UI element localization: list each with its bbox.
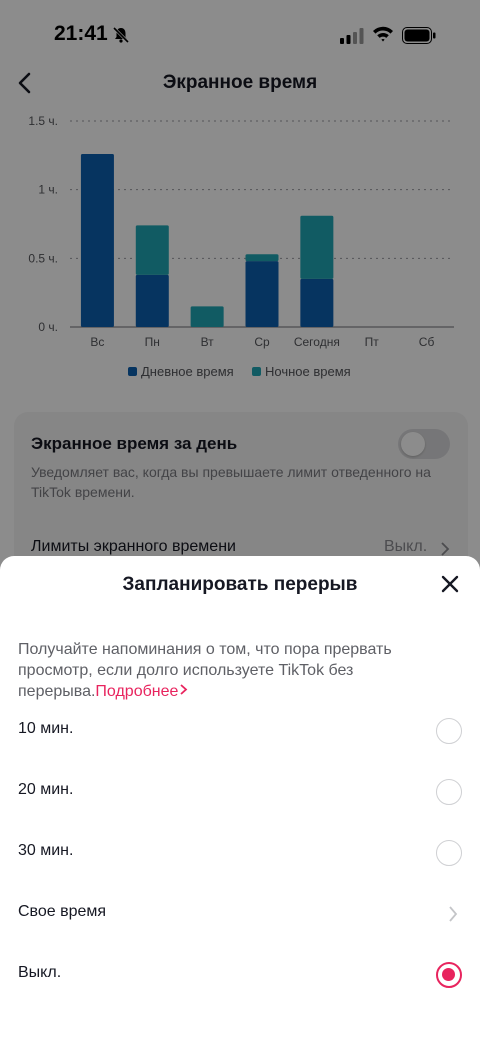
sheet-description: Получайте напоминания о том, что пора пр… <box>18 639 458 702</box>
option-label: 10 мин. <box>18 720 74 737</box>
radio-30-min[interactable] <box>436 840 462 866</box>
option-10-min[interactable]: 10 мин. <box>0 708 480 754</box>
schedule-break-sheet: Запланировать перерыв Получайте напомина… <box>0 556 480 1043</box>
sheet-title: Запланировать перерыв <box>122 574 358 595</box>
radio-10-min[interactable] <box>436 718 462 744</box>
learn-more-label: Подробнее <box>95 683 179 700</box>
option-label: 30 мин. <box>18 842 74 859</box>
close-icon[interactable] <box>440 574 460 594</box>
option-30-min[interactable]: 30 мин. <box>0 830 480 876</box>
option-label: 20 мин. <box>18 781 74 798</box>
radio-off-selected[interactable] <box>436 962 462 988</box>
option-label: Свое время <box>18 903 107 920</box>
radio-20-min[interactable] <box>436 779 462 805</box>
sheet-description-text: Получайте напоминания о том, что пора пр… <box>18 641 392 700</box>
option-custom-time[interactable]: Свое время <box>0 891 480 937</box>
chevron-right-icon <box>180 684 188 695</box>
chevron-right-icon <box>449 906 458 922</box>
learn-more-link[interactable]: Подробнее <box>95 683 188 700</box>
screen-time-page: 21:41 Экранное время 0 ч. 0.5 ч. 1 ч. 1.5 ч… <box>0 0 480 1043</box>
option-label: Выкл. <box>18 964 62 981</box>
option-20-min[interactable]: 20 мин. <box>0 769 480 815</box>
option-off[interactable]: Выкл. <box>0 952 480 998</box>
